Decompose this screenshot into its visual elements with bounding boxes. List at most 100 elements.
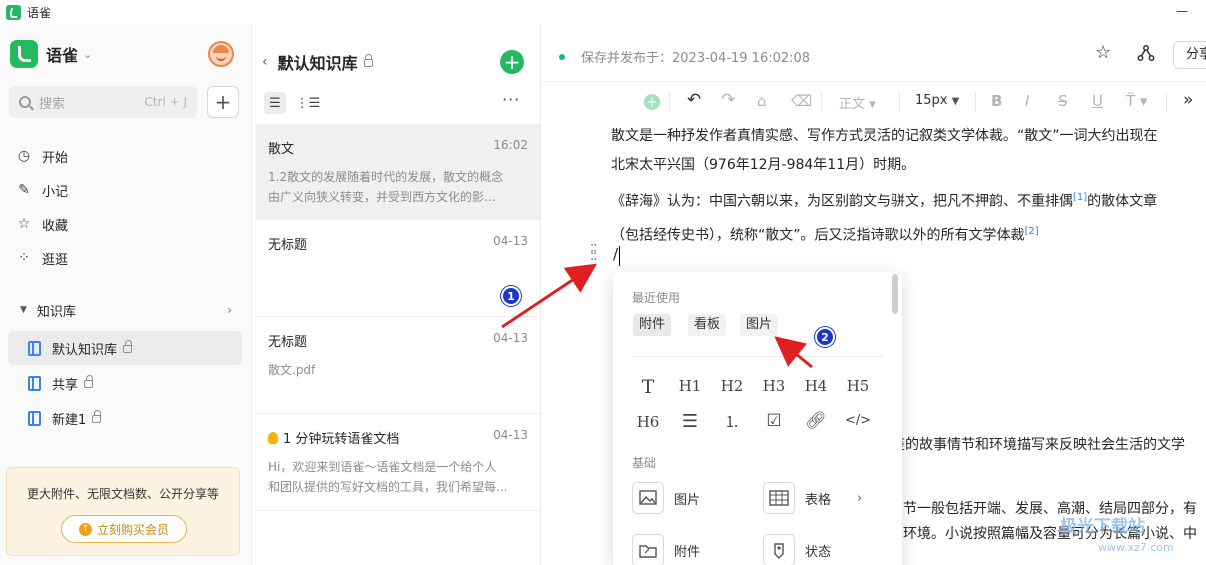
editor-header: 保存并发布于：2023-04-19 16:02:08 ☆ 分享 xyxy=(541,24,1206,82)
document-content[interactable]: 散文是一种抒发作者真情实感、写作方式灵活的记叙类文学体裁。“散文”一词大约出现在… xyxy=(611,122,1206,250)
text-color-icon[interactable]: T̈ ▾ xyxy=(1126,92,1147,110)
block-label: 表格 xyxy=(805,492,832,508)
main-nav: ◷ 开始 ✎ 小记 ☆ 收藏 ⁘ 逛逛 xyxy=(16,139,242,275)
nav-item-explore[interactable]: ⁘ 逛逛 xyxy=(16,241,242,275)
more-icon[interactable]: ··· xyxy=(502,90,520,109)
doc-item[interactable]: 1 分钟玩转语雀文档 04-13 Hi，欢迎来到语雀～语雀文档是一个给个人 和团… xyxy=(256,414,540,511)
checkbox-icon[interactable]: ☑ xyxy=(761,411,787,431)
star-icon: ☆ xyxy=(17,216,31,232)
strikethrough-icon[interactable]: S xyxy=(1058,92,1068,110)
slash-command-menu: 最近使用 附件 看板 图片 T H1 H2 H3 H4 H5 H6 ☰ ⒈ ☑ … xyxy=(613,272,902,565)
background-text: 节一般包括开端、发展、高潮、结局四部分，有 xyxy=(903,501,1197,517)
footnote-ref[interactable]: [2] xyxy=(1025,226,1039,237)
scrollbar[interactable] xyxy=(892,274,898,314)
block-status[interactable]: 状态 xyxy=(763,534,831,565)
format-painter-icon[interactable]: ⌂ xyxy=(757,92,767,110)
doc-time: 04-13 xyxy=(493,428,528,442)
ordered-list-icon[interactable]: ⒈ xyxy=(719,411,745,432)
share-node-icon[interactable] xyxy=(1137,44,1155,62)
bullet-list-icon[interactable]: ☰ xyxy=(677,411,703,432)
code-icon[interactable]: </> xyxy=(845,413,871,428)
yuque-logo-icon xyxy=(10,40,38,68)
editor-toolbar: + ↶ ↷ ⌂ ⌫ 正文 ▾ 15px ▼ B I S U T̈ ▾ » xyxy=(541,82,1206,122)
grid-icon: ⁘ xyxy=(18,250,30,266)
paragraph: （包括经传史书），统称“散文”。后又泛指诗歌以外的所有文学体裁[2] xyxy=(611,217,1206,251)
toolbar-divider xyxy=(821,92,822,112)
knowledge-base-header[interactable]: ▼ 知识库 › xyxy=(20,299,232,321)
search-input[interactable]: 搜索 Ctrl + J xyxy=(9,86,197,118)
recent-section-label: 最近使用 xyxy=(632,291,681,305)
doc-title: 1 分钟玩转语雀文档 xyxy=(283,432,400,447)
clear-format-icon[interactable]: ⌫ xyxy=(791,92,812,110)
block-table[interactable]: 表格 › xyxy=(763,482,862,514)
bold-icon[interactable]: B xyxy=(991,92,1002,110)
collapse-triangle-icon: ▼ xyxy=(20,305,27,315)
drag-handle-icon[interactable]: ⁚⁚ ⁚⁚ xyxy=(590,244,597,263)
share-button[interactable]: 分享 xyxy=(1173,41,1206,69)
feather-icon: ✎ xyxy=(18,182,30,198)
heading4-icon[interactable]: H4 xyxy=(803,377,829,395)
nav-label: 小记 xyxy=(42,184,69,200)
doc-time: 04-13 xyxy=(493,331,528,345)
watermark-logo: 极光下载站 xyxy=(1060,517,1145,537)
recent-kanban[interactable]: 看板 xyxy=(688,314,727,336)
toolbar-divider xyxy=(1166,92,1167,112)
brand-switcher[interactable]: 语雀 ⌄ xyxy=(10,40,92,68)
block-image[interactable]: 图片 xyxy=(632,482,700,514)
chevron-right-icon: › xyxy=(227,303,232,317)
list-view-icon[interactable]: ☰ xyxy=(264,92,286,114)
heading2-icon[interactable]: H2 xyxy=(719,377,745,395)
search-placeholder: 搜索 xyxy=(39,96,66,112)
nav-item-notes[interactable]: ✎ 小记 xyxy=(16,173,242,207)
recent-attachment[interactable]: 附件 xyxy=(633,314,672,336)
tree-view-icon[interactable]: ⋮☰ xyxy=(296,92,321,114)
paragraph-style-value: 正文 xyxy=(839,97,866,112)
redo-icon[interactable]: ↷ xyxy=(721,90,735,110)
undo-icon[interactable]: ↶ xyxy=(687,90,701,110)
book-icon xyxy=(28,410,41,426)
text-format-icon[interactable]: T xyxy=(635,376,661,398)
footnote-ref[interactable]: [1] xyxy=(1073,192,1087,203)
paragraph: 散文是一种抒发作者真情实感、写作方式灵活的记叙类文学体裁。“散文”一词大约出现在 xyxy=(611,128,1158,144)
lightbulb-icon xyxy=(268,432,278,444)
nav-label: 开始 xyxy=(42,150,69,166)
doc-preview: Hi，欢迎来到语雀～语雀文档是一个给个人 和团队提供的写好文档的工具，我们希望每… xyxy=(268,457,528,497)
avatar[interactable] xyxy=(208,41,234,67)
image-icon xyxy=(632,482,664,514)
recent-image[interactable]: 图片 xyxy=(740,314,779,336)
italic-icon[interactable]: I xyxy=(1025,92,1029,110)
upgrade-arrow-icon: ↑ xyxy=(78,522,92,536)
new-button[interactable]: + xyxy=(207,86,239,118)
insert-plus-icon[interactable]: + xyxy=(644,94,660,110)
minimize-button[interactable]: — xyxy=(1176,4,1188,18)
nav-item-start[interactable]: ◷ 开始 xyxy=(16,139,242,173)
heading1-icon[interactable]: H1 xyxy=(677,377,703,395)
doc-item[interactable]: 无标题 04-13 xyxy=(256,220,540,317)
kb-item-default[interactable]: 默认知识库 xyxy=(8,331,242,365)
block-attachment[interactable]: 附件 xyxy=(632,534,700,565)
kb-item-shared[interactable]: 共享 xyxy=(8,366,242,400)
lock-icon xyxy=(363,54,373,67)
kb-item-new1[interactable]: 新建1 xyxy=(8,401,242,435)
paragraph-style-select[interactable]: 正文 ▾ xyxy=(839,93,876,112)
kb-label: 默认知识库 xyxy=(52,342,118,358)
nav-item-favorites[interactable]: ☆ 收藏 xyxy=(16,207,242,241)
heading5-icon[interactable]: H5 xyxy=(845,377,871,395)
underline-icon[interactable]: U xyxy=(1092,92,1103,110)
block-label: 附件 xyxy=(674,544,701,560)
favorite-star-icon[interactable]: ☆ xyxy=(1095,42,1111,63)
font-size-select[interactable]: 15px ▼ xyxy=(915,93,959,108)
link-icon[interactable]: 🔗︎ xyxy=(803,411,829,431)
doc-item[interactable]: 无标题 04-13 散文.pdf xyxy=(256,317,540,414)
paragraph-text: 《辞海》认为：中国六朝以来，为区别韵文与骈文，把凡不押韵、不重排偶 xyxy=(611,193,1073,210)
buy-membership-button[interactable]: ↑ 立刻购买会员 xyxy=(61,515,187,543)
expand-toolbar-icon[interactable]: » xyxy=(1183,90,1193,110)
heading3-icon[interactable]: H3 xyxy=(761,377,787,395)
save-status: 保存并发布于：2023-04-19 16:02:08 xyxy=(559,47,810,66)
back-chevron-icon[interactable]: ‹ xyxy=(262,54,268,70)
lock-icon xyxy=(92,410,102,423)
new-doc-button[interactable]: + xyxy=(500,50,524,74)
doc-preview-line: 散文.pdf xyxy=(268,363,316,377)
heading6-icon[interactable]: H6 xyxy=(635,413,661,431)
doc-item[interactable]: 散文 16:02 1.2散文的发展随着时代的发展，散文的概念 由广义向狭义转变，… xyxy=(256,124,540,220)
